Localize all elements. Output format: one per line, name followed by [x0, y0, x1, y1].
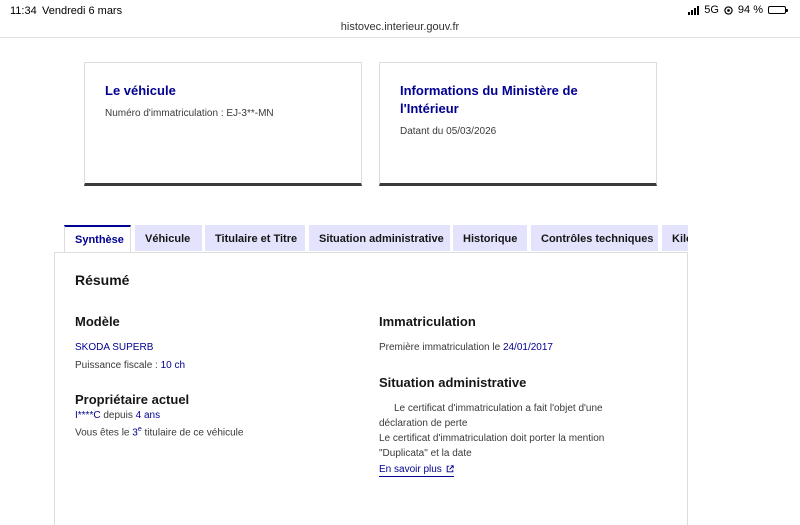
registration-heading: Immatriculation: [379, 314, 476, 329]
owner-heading: Propriétaire actuel: [75, 392, 190, 407]
tab-list: Synthèse Véhicule Titulaire et Titre Sit…: [64, 225, 688, 252]
admin-situation-heading: Situation administrative: [379, 375, 527, 390]
admin-situation-line1: Le certificat d'immatriculation a fait l…: [394, 403, 603, 414]
address-bar[interactable]: histovec.interieur.gouv.fr: [0, 19, 800, 37]
vehicle-card-title: Le véhicule: [105, 83, 176, 98]
vehicle-card: Le véhicule Numéro d'immatriculation : E…: [84, 62, 362, 186]
status-time: 11:34: [10, 5, 37, 17]
battery-percent: 94 %: [737, 4, 763, 16]
ministry-card-date: Datant du 05/03/2026: [400, 126, 497, 137]
learn-more-link[interactable]: En savoir plus: [379, 464, 454, 477]
ministry-card-title: Informations du Ministère de l'Intérieur: [400, 82, 636, 118]
resume-heading: Résumé: [75, 272, 130, 288]
status-date: Vendredi 6 mars: [42, 5, 123, 17]
tab-titulaire[interactable]: Titulaire et Titre: [205, 225, 305, 251]
fiscal-power-label: Puissance fiscale :: [75, 360, 161, 371]
tab-situation-administrative[interactable]: Situation administrative: [309, 225, 450, 251]
address-bar-divider: [0, 37, 800, 38]
model-name: SKODA SUPERB: [75, 342, 154, 353]
owner-rank-prefix: Vous êtes le: [75, 427, 133, 439]
model-heading: Modèle: [75, 314, 120, 329]
owner-name: I****C: [75, 410, 101, 421]
admin-situation-line3: Le certificat d'immatriculation doit por…: [379, 433, 605, 444]
owner-since-value: 4 ans: [135, 410, 161, 421]
owner-since-label: depuis: [100, 410, 136, 421]
signal-icon: [688, 5, 700, 15]
vehicle-card-plate: Numéro d'immatriculation : EJ-3**-MN: [105, 108, 274, 119]
status-bar: 11:34 Vendredi 6 mars 5G 94 %: [0, 0, 800, 20]
tab-historique[interactable]: Historique: [453, 225, 527, 251]
ministry-card-title-line2: l'Intérieur: [400, 101, 459, 116]
first-registration-date: 24/01/2017: [502, 342, 553, 353]
admin-situation-line4: "Duplicata" et la date: [379, 448, 472, 459]
external-link-icon: [446, 465, 454, 473]
tab-panel: [54, 252, 688, 525]
url-text: histovec.interieur.gouv.fr: [340, 21, 460, 33]
fiscal-power: Puissance fiscale : 10 ch: [75, 360, 185, 371]
owner-rank: Vous êtes le 3e titulaire de ce véhicule: [75, 426, 243, 438]
first-registration-label: Première immatriculation le: [379, 342, 503, 353]
tab-synthese[interactable]: Synthèse: [64, 225, 131, 252]
tab-controles-techniques[interactable]: Contrôles techniques: [531, 225, 658, 251]
ministry-card: Informations du Ministère de l'Intérieur…: [379, 62, 657, 186]
fiscal-power-value: 10 ch: [160, 360, 186, 371]
owner-info: I****C depuis 4 ans: [75, 410, 160, 421]
ministry-card-title-line1: Informations du Ministère de: [400, 83, 578, 98]
learn-more-label: En savoir plus: [379, 464, 442, 475]
tab-vehicule[interactable]: Véhicule: [135, 225, 202, 251]
network-label: 5G: [704, 4, 719, 16]
location-icon: [724, 5, 733, 15]
first-registration: Première immatriculation le 24/01/2017: [379, 342, 553, 353]
tab-kilometrage[interactable]: Kilo: [662, 225, 688, 251]
battery-icon: [768, 6, 788, 14]
admin-situation-line2: déclaration de perte: [379, 418, 468, 429]
owner-rank-suffix: titulaire de ce véhicule: [141, 427, 244, 439]
status-right: 5G 94 %: [688, 4, 788, 16]
